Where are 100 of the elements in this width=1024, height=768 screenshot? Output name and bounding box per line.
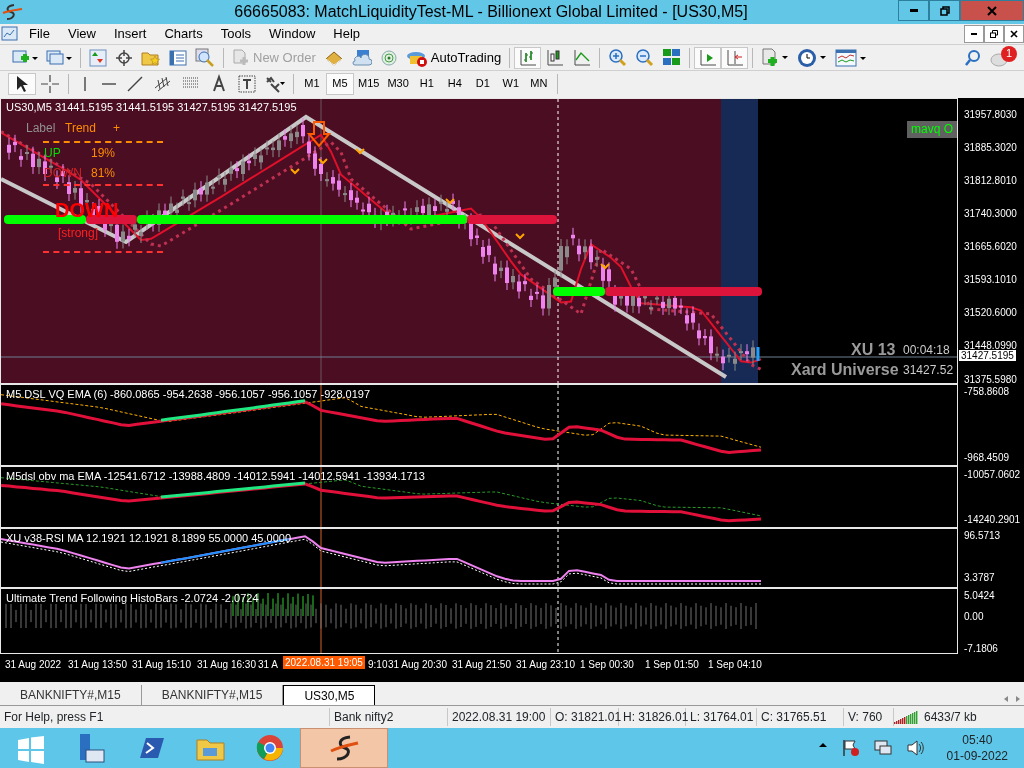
axis-label: -758.8608: [964, 386, 1010, 397]
tiles-icon: [662, 48, 682, 67]
autoscroll-button[interactable]: [694, 46, 722, 69]
period-button[interactable]: H1: [412, 72, 441, 95]
high-price: H: 31826.01: [619, 708, 686, 726]
notification-count: 1: [1001, 45, 1017, 62]
axis-label: 31665.6020: [964, 241, 1017, 252]
time-axis-label: 31 Aug 15:10: [132, 658, 191, 672]
period-button[interactable]: H4: [440, 72, 469, 95]
mavq-label: mavq O: [907, 121, 957, 138]
period-button[interactable]: MN: [524, 72, 553, 95]
list-window-icon: [169, 48, 187, 67]
time-axis-label: 31 Aug 13:50: [68, 658, 127, 672]
panel-plus: +: [113, 122, 120, 135]
bar-chart-button[interactable]: [514, 46, 542, 69]
signal-icon: [379, 48, 398, 67]
axis-label: 31740.3000: [964, 208, 1017, 219]
menu-item[interactable]: View: [58, 25, 105, 43]
terminal-app-button[interactable]: [300, 728, 388, 768]
indicator-title: M5dsl obv ma EMA -12541.6712 -13988.4809 -14012.5941 -14012.5941 -13934.1713: [6, 470, 425, 483]
autotrading-button[interactable]: AutoTrading: [401, 46, 506, 69]
period-button[interactable]: M1: [298, 72, 326, 95]
updown-arrows-icon: [89, 48, 107, 67]
menu-item[interactable]: File: [20, 25, 59, 43]
minimize-button[interactable]: [898, 0, 929, 21]
mdi-minimize-button[interactable]: [964, 25, 984, 43]
up-percent: 19%: [91, 147, 116, 160]
window-title: 66665083: MatchLiquidityTest-ML - Billionext Global Limited - [US30,M5]: [233, 2, 749, 22]
line-chart-icon: [572, 48, 592, 67]
axis-label: 96.5713: [964, 530, 1001, 541]
network-icon[interactable]: [872, 738, 893, 758]
chevron-marker: [600, 263, 610, 270]
menu-item[interactable]: Help: [324, 25, 370, 43]
menu-item[interactable]: Insert: [104, 25, 156, 43]
play-axis-icon: [698, 48, 718, 67]
flag-error-icon[interactable]: [840, 738, 861, 758]
cloud-icon: [351, 48, 372, 67]
mdi-restore-button[interactable]: [984, 25, 1004, 43]
plus-lines-icon: [40, 73, 60, 94]
chevron-marker: [290, 168, 300, 175]
help-text: For Help, press F1: [0, 708, 330, 726]
mdi-close-button[interactable]: [1004, 25, 1024, 43]
chart-tab[interactable]: BANKNIFTY#,M15: [0, 685, 142, 705]
axis-label: -7.1806: [964, 643, 998, 654]
zoom-in-icon: [608, 48, 628, 67]
restore-button[interactable]: [929, 0, 960, 21]
time-axis-label: 31 Aug 16:30: [197, 658, 256, 672]
time-axis-label: 31 A: [258, 658, 279, 672]
chevron-marker: [318, 158, 328, 165]
close-button[interactable]: [960, 0, 1024, 21]
chevron-marker: [355, 148, 365, 155]
period-button[interactable]: M15: [354, 72, 384, 95]
restore-icon: [939, 5, 950, 16]
horizontal-line-icon: [102, 82, 116, 85]
chart-window-icon: [0, 25, 20, 43]
minimize-icon: [909, 9, 918, 12]
search-icon: [964, 48, 982, 67]
restore-icon: [990, 30, 998, 38]
notifications-button[interactable]: 1: [986, 46, 1016, 69]
period-button[interactable]: W1: [496, 72, 525, 95]
close-icon: [987, 5, 997, 16]
menu-item[interactable]: Charts: [155, 25, 212, 43]
axis-label: 5.0424: [964, 590, 995, 601]
menu-item[interactable]: Window: [260, 25, 325, 43]
period-button[interactable]: D1: [468, 72, 497, 95]
indicator-title: Ultimate Trend Following HistoBars -2.0724 -2.0724: [6, 592, 259, 605]
crosshair-icon: [115, 48, 133, 67]
zoom-out-icon: [635, 48, 655, 67]
profile-name: Bank nifty2: [330, 708, 448, 726]
low-price: L: 31764.01: [686, 708, 757, 726]
bar-countdown: 00:04:18: [903, 344, 950, 357]
trend-strength: [strong]: [58, 227, 99, 240]
axis-label: 0.00: [964, 611, 984, 622]
clock-caret-icon: [797, 47, 828, 68]
time-axis-label: 31 Aug 21:50: [452, 658, 511, 672]
current-price-label: 31427.5195: [959, 350, 1016, 361]
period-button[interactable]: M5: [326, 72, 354, 95]
time-axis-label: 1 Sep 04:10: [708, 658, 762, 672]
time-axis-label: 9:10: [368, 658, 388, 672]
chevron-marker: [515, 233, 525, 240]
crosshair-line: [557, 467, 559, 527]
time-axis-label: 31 Aug 2022: [5, 658, 62, 672]
axis-label: 31957.8030: [964, 109, 1017, 120]
vertical-marker-line: [320, 467, 322, 527]
price-readout: 31427.52: [903, 364, 954, 377]
clock-date: 01-09-2022: [946, 748, 1008, 764]
cursor-button[interactable]: [8, 72, 36, 95]
speaker-icon[interactable]: [904, 738, 925, 758]
chevron-marker: [445, 198, 455, 205]
down-percent: 81%: [91, 167, 116, 180]
candles-icon: [545, 48, 565, 67]
chart-tab[interactable]: US30,M5: [283, 685, 376, 705]
minimize-icon: [971, 33, 977, 35]
indicator-title: M5 DSL VQ EMA (6) -860.0865 -954.2638 -956.1057 -956.1057 -928.0197: [6, 388, 371, 401]
chart-shift-button[interactable]: [721, 46, 749, 69]
menu-item[interactable]: Tools: [211, 25, 261, 43]
crosshair-line: [557, 529, 559, 587]
panel-label: Label: [26, 122, 56, 135]
period-button[interactable]: M30: [383, 72, 413, 95]
vertical-line-icon: [84, 76, 86, 91]
